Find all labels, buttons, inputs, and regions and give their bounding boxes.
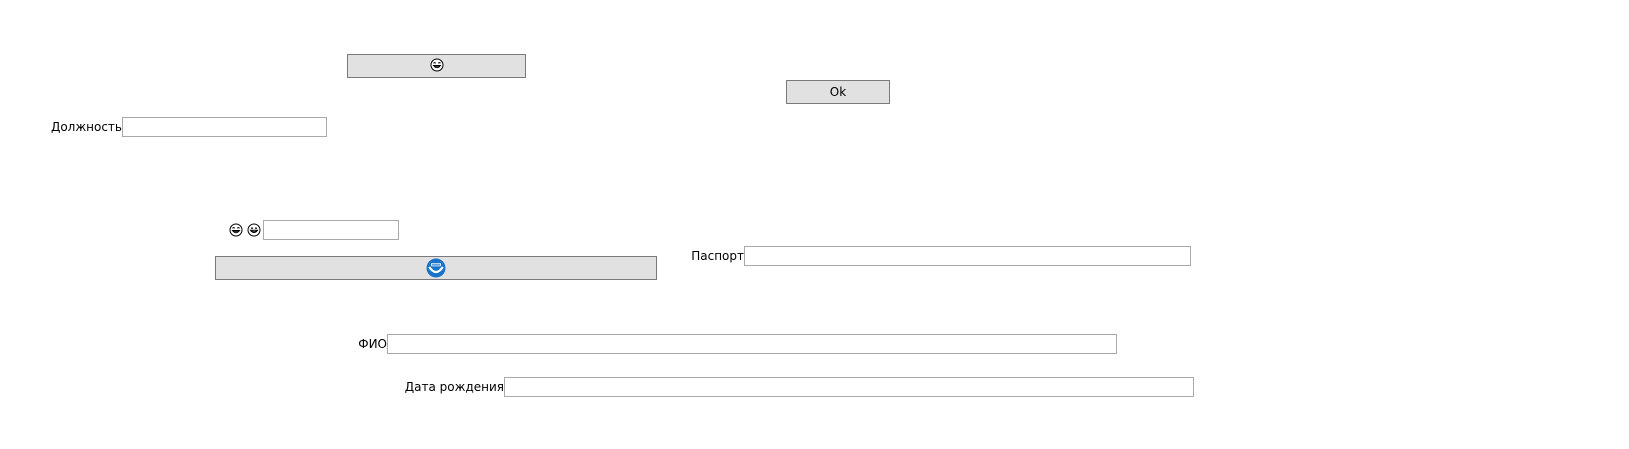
passport-label: Паспорт bbox=[691, 249, 744, 263]
ok-button-label: Ok bbox=[829, 85, 847, 99]
blue-round-logo-icon bbox=[426, 258, 446, 278]
logo-button[interactable] bbox=[215, 256, 657, 280]
position-label: Должность bbox=[50, 120, 122, 134]
passport-input[interactable] bbox=[744, 246, 1191, 266]
laughing-face-icon bbox=[430, 58, 444, 75]
emoji-input[interactable] bbox=[263, 220, 399, 240]
fio-label: ФИО bbox=[358, 337, 387, 351]
laughing-face-icon bbox=[228, 222, 244, 238]
emoji-button[interactable] bbox=[347, 54, 526, 78]
grinning-face-icon bbox=[246, 222, 262, 238]
birthdate-input[interactable] bbox=[504, 377, 1194, 397]
birthdate-label: Дата рождения bbox=[404, 380, 504, 394]
form-window: Ok Должность Паспорт ФИО Дата рождения bbox=[0, 0, 1629, 449]
position-input[interactable] bbox=[122, 117, 327, 137]
fio-input[interactable] bbox=[387, 334, 1117, 354]
ok-button[interactable]: Ok bbox=[786, 80, 890, 104]
